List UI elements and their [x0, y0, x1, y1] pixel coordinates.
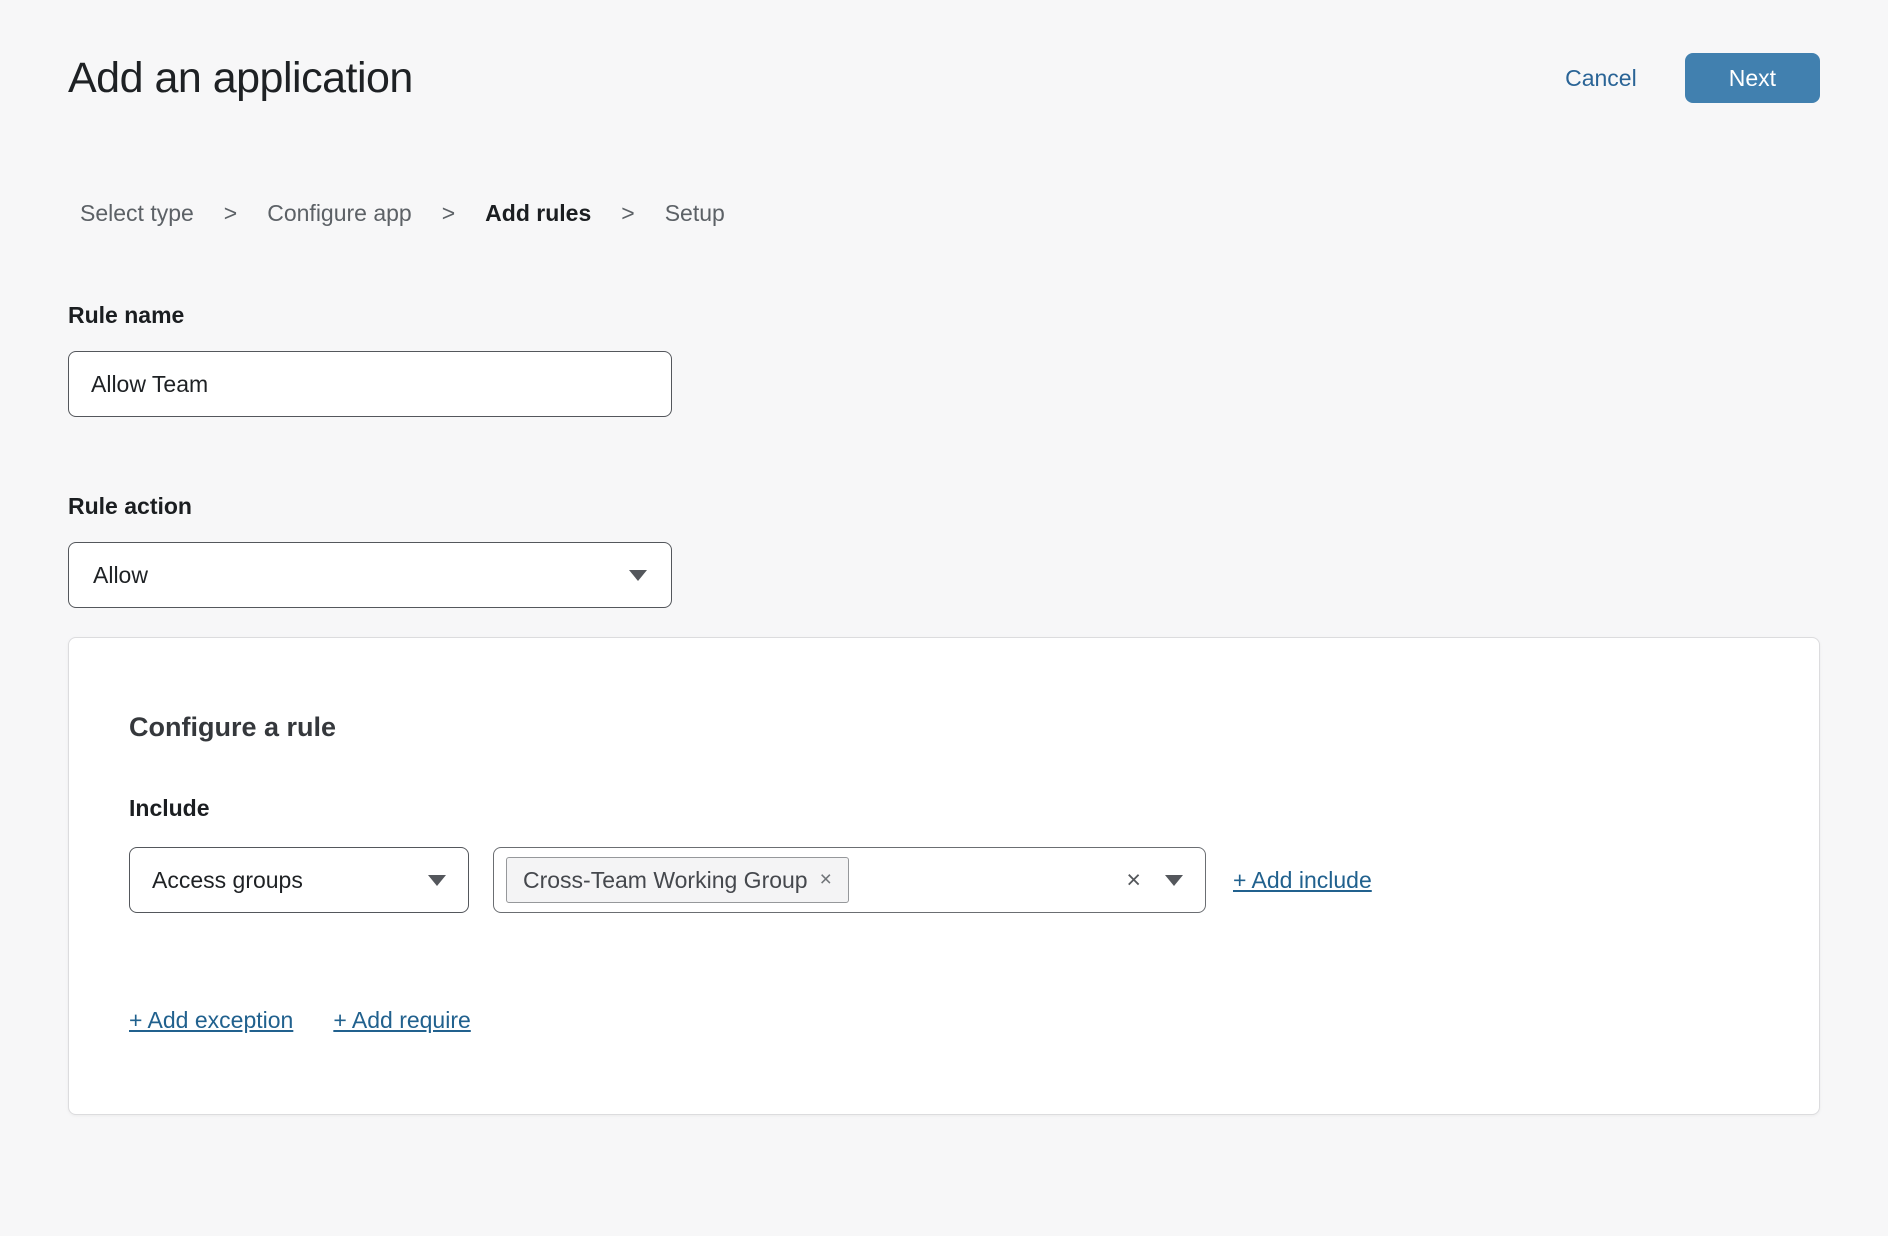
- breadcrumb-separator: >: [621, 200, 634, 226]
- rule-links-row: + Add exception + Add require: [129, 1007, 1759, 1034]
- breadcrumb-step-setup[interactable]: Setup: [665, 200, 725, 226]
- remove-tag-icon[interactable]: ×: [820, 868, 832, 892]
- breadcrumb-step-select-type[interactable]: Select type: [80, 200, 194, 226]
- card-title: Configure a rule: [129, 711, 1759, 743]
- breadcrumb: Select type > Configure app > Add rules …: [68, 200, 1820, 226]
- configure-rule-card: Configure a rule Include Access groups C…: [68, 637, 1820, 1115]
- page-header: Add an application Cancel Next: [68, 52, 1820, 104]
- breadcrumb-step-configure-app[interactable]: Configure app: [267, 200, 412, 226]
- rule-action-select[interactable]: Allow: [68, 542, 672, 608]
- include-value-multiselect[interactable]: Cross-Team Working Group × ×: [493, 847, 1206, 913]
- add-exception-link[interactable]: + Add exception: [129, 1007, 293, 1034]
- rule-name-input[interactable]: [68, 351, 672, 417]
- rule-action-value: Allow: [93, 562, 148, 589]
- include-label: Include: [129, 795, 1759, 822]
- selected-group-tag: Cross-Team Working Group ×: [506, 857, 849, 903]
- add-application-page: Add an application Cancel Next Select ty…: [0, 52, 1888, 1115]
- header-actions: Cancel Next: [1565, 53, 1820, 103]
- chevron-down-icon: [629, 570, 647, 581]
- clear-selection-icon[interactable]: ×: [1126, 868, 1141, 893]
- include-rule-row: Access groups Cross-Team Working Group ×…: [129, 847, 1759, 913]
- selected-group-tag-label: Cross-Team Working Group: [523, 867, 808, 894]
- next-button[interactable]: Next: [1685, 53, 1820, 103]
- rule-name-label: Rule name: [68, 301, 1820, 329]
- chevron-down-icon: [428, 875, 446, 886]
- breadcrumb-separator: >: [224, 200, 237, 226]
- include-selector-select[interactable]: Access groups: [129, 847, 469, 913]
- cancel-button[interactable]: Cancel: [1565, 65, 1637, 92]
- page-title: Add an application: [68, 52, 413, 104]
- breadcrumb-separator: >: [442, 200, 455, 226]
- include-selector-value: Access groups: [152, 867, 303, 894]
- rule-action-label: Rule action: [68, 492, 1820, 520]
- add-require-link[interactable]: + Add require: [333, 1007, 470, 1034]
- breadcrumb-step-add-rules[interactable]: Add rules: [485, 200, 591, 226]
- add-include-link[interactable]: + Add include: [1233, 867, 1372, 894]
- chevron-down-icon: [1165, 875, 1183, 886]
